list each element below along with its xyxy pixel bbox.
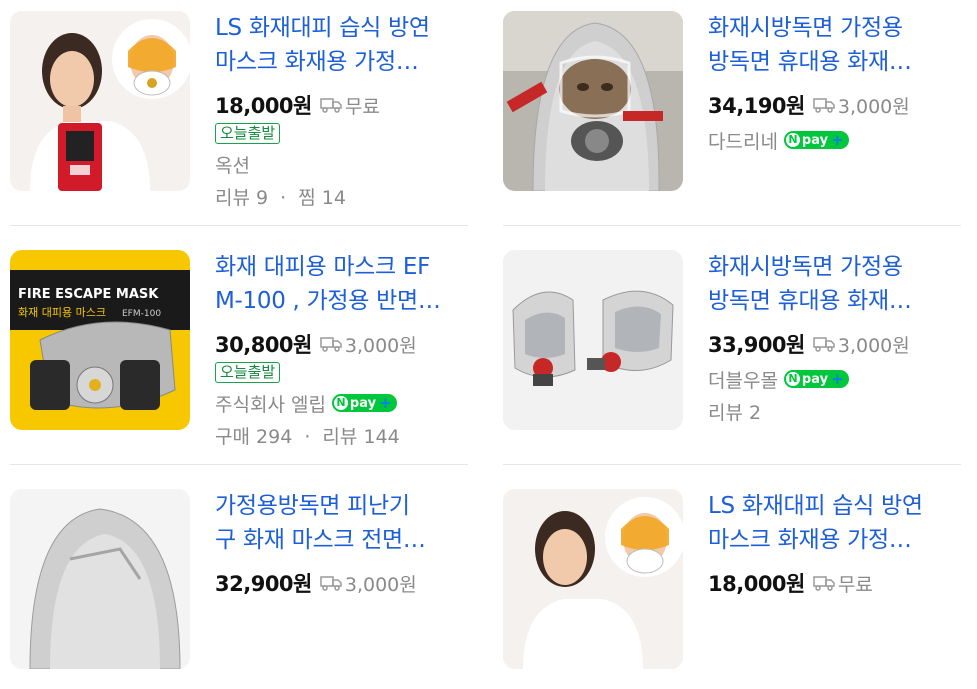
divider bbox=[10, 225, 468, 226]
shipping-fee: 3,000원 bbox=[837, 95, 910, 118]
product-image[interactable]: FIRE ESCAPE MASK 화재 대피용 마스크 EFM-100 bbox=[10, 250, 190, 430]
stat-label: 리뷰 bbox=[708, 402, 743, 424]
product-title-line: 방독면 휴대용 화재… bbox=[708, 49, 912, 75]
npay-plus-icon: + bbox=[831, 131, 844, 149]
product-title-line: 가정용방독면 피난기 bbox=[215, 493, 410, 519]
npay-badge: N pay + bbox=[331, 394, 397, 412]
product-card[interactable]: 가정용방독면 피난기 구 화재 마스크 전면… 32,900원 3,000원 bbox=[10, 489, 480, 689]
npay-plus-icon: + bbox=[831, 370, 844, 388]
product-title-line: 방독면 휴대용 화재… bbox=[708, 288, 912, 314]
npay-n-icon: N bbox=[785, 133, 800, 147]
product-price: 18,000원 bbox=[708, 572, 805, 596]
shipping-fee: 3,000원 bbox=[344, 573, 417, 596]
npay-n-icon: N bbox=[785, 372, 800, 386]
box-subtitle-text: 화재 대피용 마스크 bbox=[18, 306, 106, 319]
today-dispatch-badge: 오늘출발 bbox=[215, 123, 281, 144]
separator-dot: · bbox=[304, 426, 311, 448]
separator-dot: · bbox=[280, 187, 287, 209]
seller-name[interactable]: 더블우몰 bbox=[708, 366, 778, 393]
product-price: 30,800원 bbox=[215, 333, 312, 357]
product-stats: 구매 294 · 리뷰 144 bbox=[215, 422, 475, 448]
product-image[interactable] bbox=[10, 489, 190, 669]
stat-label: 리뷰 bbox=[322, 426, 358, 448]
stat-value: 144 bbox=[363, 426, 400, 448]
delivery-truck-icon bbox=[320, 337, 342, 352]
product-title-line: 마스크 화재용 가정… bbox=[708, 527, 912, 553]
product-price: 32,900원 bbox=[215, 572, 312, 596]
product-title-line: 화재시방독면 가정용 bbox=[708, 254, 903, 280]
shipping-fee: 3,000원 bbox=[837, 334, 910, 357]
divider bbox=[503, 464, 961, 465]
stat-label: 리뷰 bbox=[215, 187, 250, 209]
product-title-line: 마스크 화재용 가정… bbox=[215, 49, 419, 75]
seller-name[interactable]: 옥션 bbox=[215, 151, 250, 178]
product-stats: 리뷰 9 · 찜 14 bbox=[215, 183, 475, 209]
npay-label: pay bbox=[801, 132, 829, 148]
product-title[interactable]: 가정용방독면 피난기 구 화재 마스크 전면… bbox=[215, 489, 475, 559]
shipping-fee: 무료 bbox=[837, 573, 873, 596]
box-model-text: EFM-100 bbox=[122, 309, 161, 319]
stat-value: 9 bbox=[256, 187, 269, 209]
product-photo-foil-hood bbox=[10, 489, 190, 669]
product-title[interactable]: LS 화재대피 습식 방연 마스크 화재용 가정… bbox=[708, 489, 968, 559]
product-image[interactable] bbox=[503, 11, 683, 191]
shipping-fee: 무료 bbox=[344, 95, 380, 118]
product-image[interactable] bbox=[503, 250, 683, 430]
product-price: 18,000원 bbox=[215, 94, 312, 118]
product-card[interactable]: 화재시방독면 가정용 방독면 휴대용 화재… 34,190원 3,000원 다드… bbox=[503, 11, 973, 211]
product-image[interactable] bbox=[10, 11, 190, 191]
product-title-line: M-100 , 가정용 반면… bbox=[215, 288, 441, 314]
npay-plus-icon: + bbox=[379, 394, 392, 412]
product-title-line: LS 화재대피 습식 방연 bbox=[215, 15, 430, 41]
product-title[interactable]: LS 화재대피 습식 방연 마스크 화재용 가정… bbox=[215, 11, 475, 81]
npay-label: pay bbox=[801, 371, 829, 387]
product-card[interactable]: FIRE ESCAPE MASK 화재 대피용 마스크 EFM-100 화재 대… bbox=[10, 250, 480, 450]
stat-value: 294 bbox=[256, 426, 293, 448]
stat-value: 2 bbox=[749, 402, 762, 424]
npay-badge: N pay + bbox=[783, 370, 849, 388]
delivery-truck-icon bbox=[813, 337, 835, 352]
product-photo-woman-mask bbox=[10, 11, 190, 191]
npay-n-icon: N bbox=[333, 396, 348, 410]
divider bbox=[10, 464, 468, 465]
product-photo-man-hood bbox=[503, 11, 683, 191]
product-card[interactable]: LS 화재대피 습식 방연 마스크 화재용 가정… 18,000원 무료 오늘출… bbox=[10, 11, 480, 211]
product-title[interactable]: 화재시방독면 가정용 방독면 휴대용 화재… bbox=[708, 250, 968, 320]
delivery-truck-icon bbox=[320, 98, 342, 113]
stat-value: 14 bbox=[321, 187, 346, 209]
product-photo-two-hoods bbox=[503, 250, 683, 430]
product-title-line: 화재 대피용 마스크 EF bbox=[215, 254, 431, 280]
divider bbox=[503, 225, 961, 226]
delivery-truck-icon bbox=[813, 98, 835, 113]
product-title-line: LS 화재대피 습식 방연 bbox=[708, 493, 923, 519]
product-price: 34,190원 bbox=[708, 94, 805, 118]
product-title-line: 화재시방독면 가정용 bbox=[708, 15, 903, 41]
product-title[interactable]: 화재 대피용 마스크 EF M-100 , 가정용 반면… bbox=[215, 250, 475, 320]
seller-name[interactable]: 다드리네 bbox=[708, 127, 778, 154]
product-card[interactable]: 화재시방독면 가정용 방독면 휴대용 화재… 33,900원 3,000원 더블… bbox=[503, 250, 973, 450]
shipping-fee: 3,000원 bbox=[344, 334, 417, 357]
stat-label: 구매 bbox=[215, 426, 250, 448]
npay-label: pay bbox=[349, 395, 377, 411]
product-card[interactable]: LS 화재대피 습식 방연 마스크 화재용 가정… 18,000원 무료 bbox=[503, 489, 973, 689]
npay-badge: N pay + bbox=[783, 131, 849, 149]
delivery-truck-icon bbox=[320, 576, 342, 591]
product-title[interactable]: 화재시방독면 가정용 방독면 휴대용 화재… bbox=[708, 11, 968, 81]
product-photo-escape-mask-box: FIRE ESCAPE MASK 화재 대피용 마스크 EFM-100 bbox=[10, 250, 190, 430]
product-price: 33,900원 bbox=[708, 333, 805, 357]
delivery-truck-icon bbox=[813, 576, 835, 591]
seller-name[interactable]: 주식회사 엘립 bbox=[215, 390, 326, 417]
box-title-text: FIRE ESCAPE MASK bbox=[18, 287, 159, 302]
today-dispatch-badge: 오늘출발 bbox=[215, 362, 281, 383]
product-image[interactable] bbox=[503, 489, 683, 669]
stat-label: 찜 bbox=[298, 187, 316, 209]
product-title-line: 구 화재 마스크 전면… bbox=[215, 527, 426, 553]
product-photo-woman-mask bbox=[503, 489, 683, 669]
product-stats: 리뷰 2 bbox=[708, 398, 968, 424]
